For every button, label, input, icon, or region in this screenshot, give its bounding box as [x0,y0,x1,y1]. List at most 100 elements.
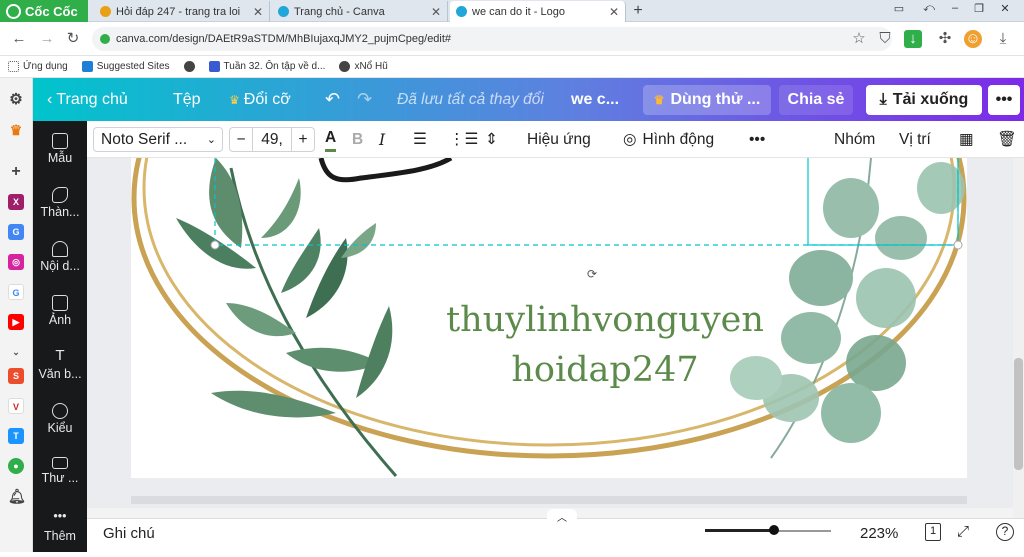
tab-canva-home[interactable]: Trang chủ - Canva ✕ [272,1,448,22]
download-ext-icon[interactable]: ↓ [904,30,922,48]
sidebar-item-text[interactable]: T Văn b... [33,341,87,395]
close-window-icon[interactable]: ✕ [994,2,1016,18]
more-toolbar-icon[interactable]: ••• [749,121,765,158]
transparency-icon[interactable]: ▦ [959,121,974,158]
sidebar-item-more[interactable]: ••• Thêm [33,503,87,557]
youtube-icon[interactable]: ▶ [8,314,24,330]
document-title[interactable]: we c... [571,78,619,121]
url-field[interactable]: canva.com/design/DAEtR9aSTDM/MhBIujaxqJM… [92,27,892,51]
position-button[interactable]: Vị trí [899,121,931,158]
headline-line1[interactable]: thuylinhvonguyen [431,300,779,340]
animate-button[interactable]: ◎ Hình động [623,121,714,158]
app-x-icon[interactable]: X [8,194,24,210]
shield-icon[interactable]: ⛉ [876,30,894,48]
more-options-icon[interactable]: ••• [988,85,1020,115]
align-center-icon[interactable]: ☰ [413,121,427,158]
browser-tab-bar: Cốc Cốc Hỏi đáp 247 - trang tra loi ✕ Tr… [0,0,1024,22]
sidebar-item-folders[interactable]: Thư ... [33,449,87,503]
extensions-icon[interactable]: ✣ [936,30,954,48]
page-icon [208,61,220,72]
bold-icon[interactable]: B [352,121,363,158]
palette-icon [52,403,68,419]
close-tab-icon[interactable]: ✕ [609,5,619,19]
sidebar-item-elements[interactable]: Thàn... [33,179,87,233]
forward-icon[interactable]: → [38,30,56,48]
downloads-icon[interactable]: ⤓ [994,30,1012,48]
resize-button[interactable]: ♛ Đổi cỡ [229,78,291,121]
bookmark-xnohu[interactable]: xNổ Hũ [339,61,388,72]
browser-brand-label: Cốc Cốc [25,3,78,19]
decrease-size-button[interactable]: − [230,131,252,149]
font-size-value[interactable]: 49, [252,128,292,151]
close-tab-icon[interactable]: ✕ [253,5,263,19]
tab-hoidap247[interactable]: Hỏi đáp 247 - trang tra loi ✕ [94,1,270,22]
increase-size-button[interactable]: + [292,131,314,149]
sidebar-item-uploads[interactable]: Nội d... [33,233,87,287]
screenshot-icon[interactable]: ▭ [888,2,910,18]
sidebar-item-photos[interactable]: Ảnh [33,287,87,341]
design-page[interactable]: ⟳ thuylinhvonguyen hoidap247 [131,158,967,478]
file-menu[interactable]: Tệp [173,78,201,121]
font-family-select[interactable]: Noto Serif ... ⌄ [93,127,223,152]
vtv-icon[interactable]: V [8,398,24,414]
minimize-icon[interactable]: – [944,2,966,18]
shopee-icon[interactable]: S [8,368,24,384]
new-tab-button[interactable]: + [628,2,648,20]
game-icon[interactable]: ● [8,458,24,474]
resize-handle[interactable] [953,240,963,250]
effects-button[interactable]: Hiệu ứng [527,121,591,158]
close-tab-icon[interactable]: ✕ [431,5,441,19]
tiki-icon[interactable]: T [8,428,24,444]
instagram-icon[interactable]: ◎ [8,254,24,270]
bookmark-tuan32[interactable]: Tuần 32. Ôn tập về d... [208,61,325,72]
zoom-slider-handle[interactable] [769,525,780,535]
add-icon[interactable]: + [8,164,24,180]
fullscreen-icon[interactable]: ⤢ [957,523,969,540]
chevron-down-icon[interactable]: ⌄ [8,344,24,360]
chevron-up-icon[interactable]: ︿ [547,509,577,524]
text-color-icon[interactable]: A [325,126,337,152]
help-icon[interactable]: ? [996,523,1014,541]
reload-icon[interactable]: ↻ [64,30,82,48]
browser-brand[interactable]: Cốc Cốc [0,0,88,22]
group-button[interactable]: Nhóm [834,121,875,158]
home-button[interactable]: ‹ Trang chủ [47,78,128,121]
tab-canva-logo[interactable]: we can do it - Logo ✕ [450,1,626,22]
bookmark-globe[interactable] [183,61,195,72]
notification-bell-icon[interactable]: 🔔︎ [8,488,26,504]
try-pro-button[interactable]: ♛ Dùng thử ... [643,85,771,115]
headline-line2[interactable]: hoidap247 [431,350,779,390]
page-count-icon[interactable]: 1 [925,523,941,541]
rotate-handle-icon[interactable]: ⟳ [587,267,597,281]
trash-icon[interactable]: 🗑︎ [997,121,1017,158]
back-icon[interactable]: ← [10,30,28,48]
share-button[interactable]: Chia sẻ [779,85,853,115]
sidebar-item-templates[interactable]: Mẫu [33,125,87,179]
google-icon[interactable]: G [8,284,24,300]
spacing-icon[interactable]: ⇕ [485,121,498,158]
bookmark-suggested[interactable]: Suggested Sites [81,61,170,72]
notes-button[interactable]: Ghi chú [103,525,155,542]
vertical-scroll-thumb[interactable] [1014,358,1023,470]
sidebar-item-styles[interactable]: Kiểu [33,395,87,449]
bookmark-apps[interactable]: Ứng dụng [8,61,68,72]
italic-icon[interactable]: I [379,121,385,158]
home-label: Trang chủ [56,90,128,108]
bookmark-star-icon[interactable]: ☆ [850,30,868,48]
effects-label: Hiệu ứng [527,130,591,148]
list-icon[interactable]: ⋮☰ [449,121,478,158]
undo-icon[interactable]: ↶ [325,78,340,121]
zoom-level[interactable]: 223% [860,525,898,542]
back-arrow-icon[interactable]: ⤺ [918,2,940,18]
download-button[interactable]: ⤓ Tải xuống [866,85,982,115]
crown-icon[interactable]: ♛ [8,122,24,138]
settings-gear-icon[interactable]: ⚙ [8,92,24,108]
profile-avatar-icon[interactable]: ☺ [964,30,982,48]
canvas-area: ⟳ thuylinhvonguyen hoidap247 [87,158,1024,518]
resize-handle[interactable] [210,240,220,250]
restore-icon[interactable]: ❐ [968,2,990,18]
folder-icon [52,457,68,469]
translate-icon[interactable]: G [8,224,24,240]
font-size-stepper[interactable]: − 49, + [229,127,315,152]
redo-icon[interactable]: ↷ [357,78,372,121]
